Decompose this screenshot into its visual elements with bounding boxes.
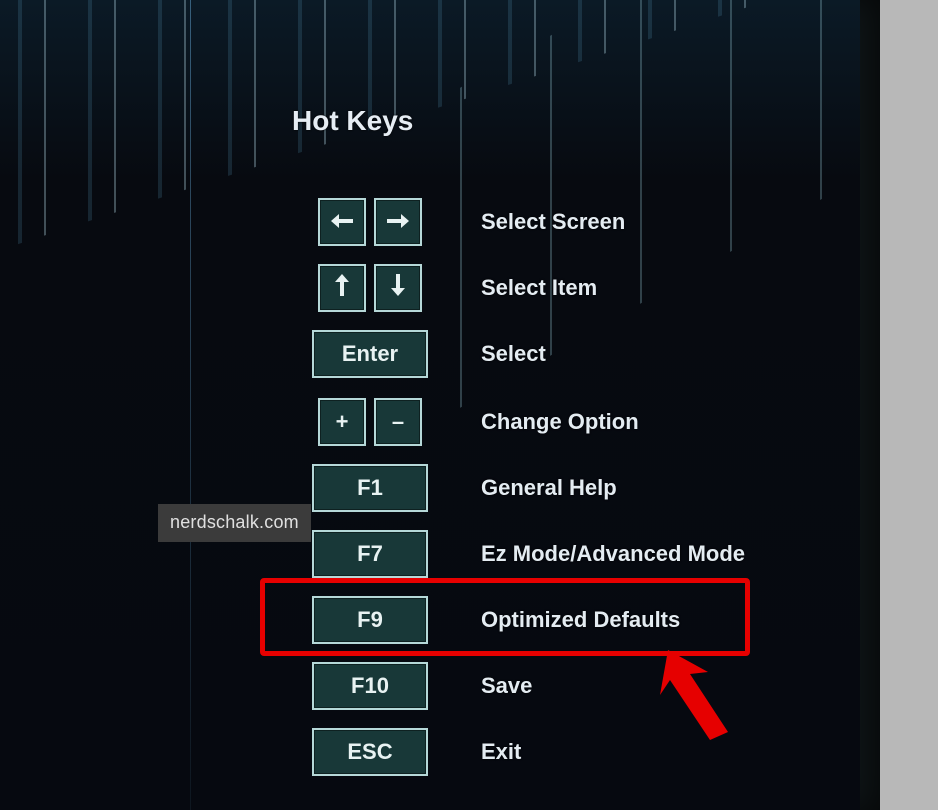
bios-screen: Hot Keys	[0, 0, 860, 810]
hotkeys-list: Select Screen	[305, 195, 745, 791]
row-label: General Help	[481, 475, 617, 501]
row-label: Select Item	[481, 275, 597, 301]
row-change-option: + – Change Option	[305, 395, 745, 449]
key-down[interactable]	[374, 264, 422, 312]
row-ez-mode: F7 Ez Mode/Advanced Mode	[305, 527, 745, 581]
row-save: F10 Save	[305, 659, 745, 713]
key-f9[interactable]: F9	[312, 596, 428, 644]
vertical-divider	[190, 0, 191, 810]
arrow-left-icon	[331, 209, 353, 235]
row-select-item: Select Item	[305, 261, 745, 315]
key-left[interactable]	[318, 198, 366, 246]
monitor-bezel: Hot Keys	[0, 0, 880, 810]
row-label: Select	[481, 341, 546, 367]
watermark-label: nerdschalk.com	[158, 504, 311, 542]
key-plus[interactable]: +	[318, 398, 366, 446]
row-label: Save	[481, 673, 532, 699]
arrow-right-icon	[387, 209, 409, 235]
row-label: Ez Mode/Advanced Mode	[481, 541, 745, 567]
row-label: Optimized Defaults	[481, 607, 680, 633]
key-esc[interactable]: ESC	[312, 728, 428, 776]
key-f1[interactable]: F1	[312, 464, 428, 512]
arrow-up-icon	[334, 274, 350, 302]
section-title: Hot Keys	[292, 105, 413, 137]
photo-background: Hot Keys	[0, 0, 938, 810]
arrow-down-icon	[390, 274, 406, 302]
row-general-help: F1 General Help	[305, 461, 745, 515]
key-f7[interactable]: F7	[312, 530, 428, 578]
row-exit: ESC Exit	[305, 725, 745, 779]
row-select-screen: Select Screen	[305, 195, 745, 249]
row-label: Select Screen	[481, 209, 625, 235]
row-label: Change Option	[481, 409, 639, 435]
key-up[interactable]	[318, 264, 366, 312]
key-right[interactable]	[374, 198, 422, 246]
key-enter[interactable]: Enter	[312, 330, 428, 378]
row-select: Enter Select	[305, 327, 745, 381]
row-optimized-defaults: F9 Optimized Defaults	[305, 593, 745, 647]
key-minus[interactable]: –	[374, 398, 422, 446]
key-f10[interactable]: F10	[312, 662, 428, 710]
row-label: Exit	[481, 739, 521, 765]
